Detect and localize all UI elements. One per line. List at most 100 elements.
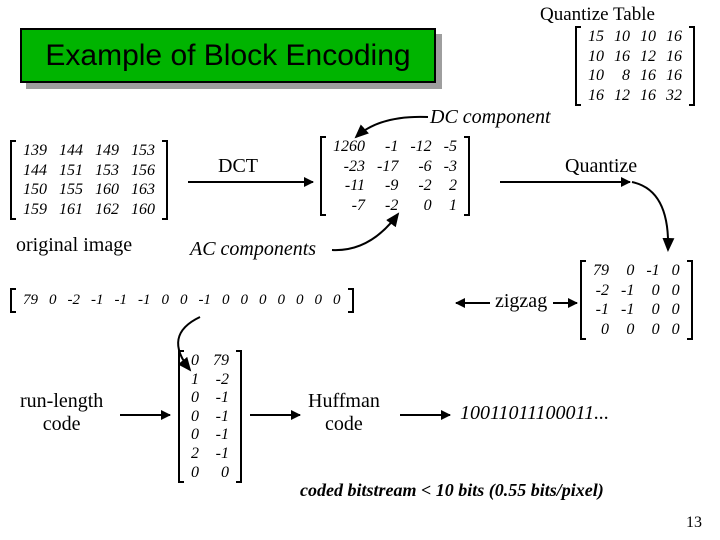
label-quantize: Quantize (565, 155, 637, 178)
matrix-cell: 144 (56, 142, 86, 160)
matrix-cell: -2 (65, 292, 84, 309)
matrix-cell: 0 (218, 464, 232, 482)
matrix-cell: 160 (128, 201, 158, 219)
matrix-cell: 0 (669, 262, 683, 280)
matrix-cell: 0 (159, 292, 173, 309)
matrix-cell: 1 (446, 197, 460, 215)
matrix-cell: 32 (663, 87, 685, 105)
matrix-cell: 10 (637, 28, 659, 46)
matrix-cell: 12 (637, 48, 659, 66)
matrix-cell: 1260 (330, 138, 368, 156)
matrix-cell: 149 (92, 142, 122, 160)
matrix-cell: 159 (20, 201, 50, 219)
matrix-zigzag-row: 790-2-1-1-100-10000000 (10, 288, 354, 313)
matrix-cell: 156 (128, 162, 158, 180)
matrix-cell: -1 (88, 292, 107, 309)
matrix-cell: 144 (20, 162, 50, 180)
matrix-cell: 0 (188, 464, 202, 482)
matrix-cell: -1 (196, 292, 215, 309)
matrix-cell: 2 (446, 177, 460, 195)
matrix-cell: -1 (213, 426, 232, 444)
matrix-cell: 0 (238, 292, 252, 309)
matrix-run-length: 0791-20-10-10-12-100 (178, 350, 242, 483)
matrix-cell: 0 (256, 292, 270, 309)
matrix-cell: 150 (20, 181, 50, 199)
matrix-cell: -1 (643, 262, 662, 280)
matrix-cell: -5 (441, 138, 460, 156)
matrix-cell: 0 (312, 292, 326, 309)
matrix-cell: 0 (623, 321, 637, 339)
arrow-huff-l (250, 414, 300, 416)
matrix-cell: 151 (56, 162, 86, 180)
matrix-cell: -1 (618, 301, 637, 319)
matrix-cell: 0 (293, 292, 307, 309)
page-title: Example of Block Encoding (45, 39, 410, 73)
matrix-cell: 12 (611, 87, 633, 105)
ac-arrow-icon (330, 210, 410, 254)
matrix-cell: 10 (585, 48, 607, 66)
matrix-cell: 16 (637, 67, 659, 85)
matrix-cell: 79 (590, 262, 612, 280)
caption: coded bitstream < 10 bits (0.55 bits/pix… (300, 480, 604, 501)
matrix-cell: 0 (219, 292, 233, 309)
matrix-cell: 2 (188, 445, 202, 463)
label-dc-component: DC component (430, 106, 551, 129)
matrix-cell: 0 (188, 426, 202, 444)
matrix-cell: -17 (374, 158, 401, 176)
matrix-cell: 79 (20, 292, 41, 309)
matrix-cell: 0 (275, 292, 289, 309)
matrix-cell: 0 (330, 292, 344, 309)
matrix-cell: -1 (112, 292, 131, 309)
matrix-original: 1391441491531441511531561501551601631591… (10, 140, 168, 220)
matrix-cell: 0 (669, 321, 683, 339)
matrix-cell: 0 (177, 292, 191, 309)
label-dct: DCT (218, 155, 258, 178)
matrix-cell: 0 (598, 321, 612, 339)
matrix-cell: 1 (188, 371, 202, 389)
matrix-cell: 10 (611, 28, 633, 46)
bitstream: 10011011100011... (460, 402, 609, 425)
matrix-cell: 160 (92, 181, 122, 199)
matrix-cell: 79 (210, 352, 232, 370)
matrix-cell: 155 (56, 181, 86, 199)
label-ac-components: AC components (190, 238, 316, 261)
matrix-cell: -2 (415, 177, 434, 195)
title-box: Example of Block Encoding (20, 28, 436, 83)
matrix-cell: -23 (341, 158, 368, 176)
arrow-rlc (120, 414, 170, 416)
matrix-cell: 16 (611, 48, 633, 66)
matrix-cell: 16 (663, 67, 685, 85)
label-run-length: run-length code (20, 390, 103, 436)
matrix-cell: -1 (213, 445, 232, 463)
quantize-down-arrow-icon (630, 180, 680, 260)
matrix-cell: 0 (421, 197, 435, 215)
matrix-cell: -1 (618, 282, 637, 300)
arrow-huff-r (400, 414, 450, 416)
matrix-cell: 16 (663, 28, 685, 46)
label-original-image: original image (16, 234, 132, 257)
matrix-cell: -12 (407, 138, 434, 156)
matrix-cell: 0 (188, 352, 202, 370)
matrix-cell: -1 (213, 389, 232, 407)
page-number: 13 (686, 514, 702, 532)
matrix-cell: -11 (342, 177, 368, 195)
matrix-cell: 0 (669, 301, 683, 319)
matrix-cell: -1 (593, 301, 612, 319)
label-zigzag: zigzag (495, 290, 547, 313)
matrix-quantize-table: 1510101610161216108161616121632 (575, 26, 695, 106)
arrow-dct (188, 181, 313, 183)
matrix-cell: -1 (213, 408, 232, 426)
matrix-cell: 0 (623, 262, 637, 280)
matrix-cell: -2 (213, 371, 232, 389)
matrix-cell: 0 (188, 408, 202, 426)
matrix-cell: -1 (135, 292, 154, 309)
matrix-cell: 0 (188, 389, 202, 407)
arrow-zigzag-r (553, 302, 577, 304)
matrix-cell: -2 (593, 282, 612, 300)
matrix-cell: 16 (585, 87, 607, 105)
matrix-quantized: 790-10-2-100-1-1000000 (580, 260, 693, 340)
label-huffman: Huffman code (308, 390, 380, 436)
matrix-cell: -3 (441, 158, 460, 176)
label-quantize-table: Quantize Table (540, 4, 655, 26)
matrix-cell: 163 (128, 181, 158, 199)
